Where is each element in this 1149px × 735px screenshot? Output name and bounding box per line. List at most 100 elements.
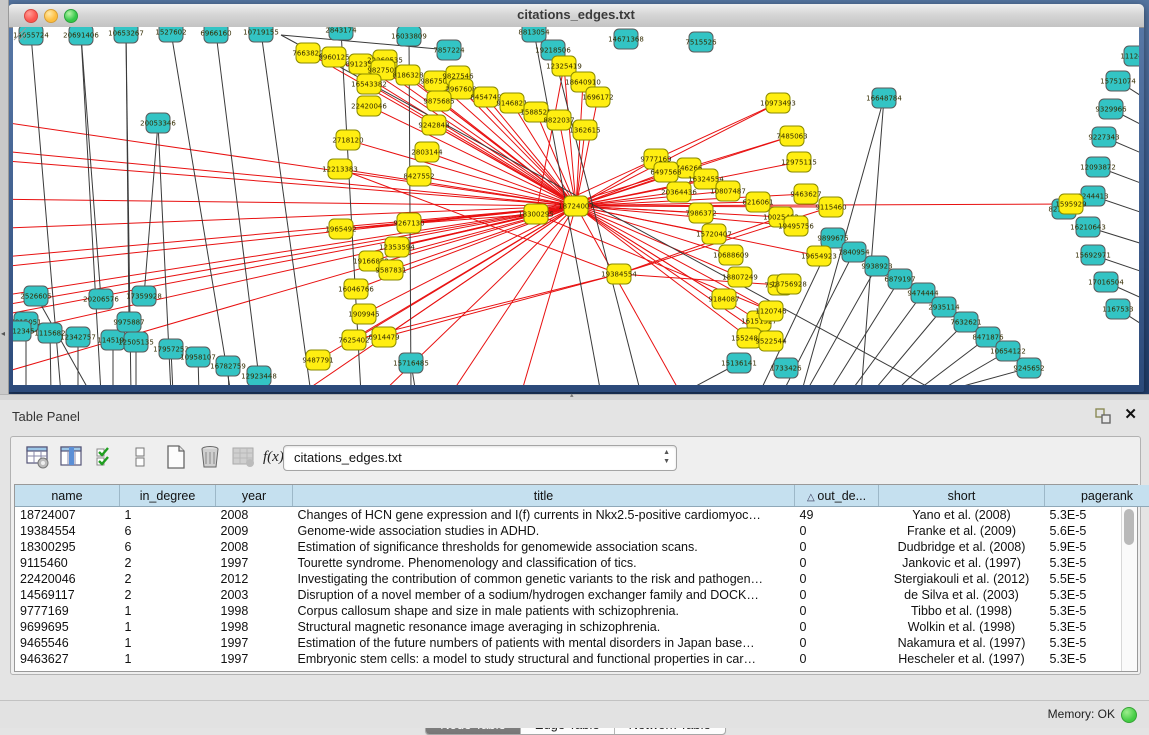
table-cell[interactable]: 6 [120, 539, 216, 555]
table-cell[interactable]: 0 [795, 651, 879, 667]
graph-node[interactable]: 16210643 [1070, 217, 1106, 237]
table-cell[interactable]: 2003 [216, 587, 293, 603]
table-cell[interactable]: 2008 [216, 539, 293, 555]
graph-node[interactable]: 9875685 [423, 91, 454, 111]
table-cell[interactable]: Dudbridge et al. (2008) [879, 539, 1045, 555]
table-cell[interactable]: 2009 [216, 523, 293, 539]
table-cell[interactable]: 2 [120, 571, 216, 587]
graph-node[interactable]: 9242848 [418, 115, 449, 135]
new-file-icon[interactable] [163, 444, 189, 470]
table-row[interactable]: 1872400712008Changes of HCN gene express… [15, 507, 1149, 524]
table-cell[interactable]: Tibbo et al. (1998) [879, 603, 1045, 619]
table-cell[interactable]: 1997 [216, 555, 293, 571]
window-titlebar[interactable]: citations_edges.txt [8, 4, 1144, 28]
table-cell[interactable]: 1998 [216, 603, 293, 619]
graph-node[interactable]: 10719155 [243, 27, 279, 42]
graph-node[interactable]: 1696172 [582, 87, 613, 107]
table-cell[interactable]: 9699695 [15, 619, 120, 635]
table-cell[interactable]: 9465546 [15, 635, 120, 651]
graph-node[interactable]: 8186328 [392, 65, 423, 85]
graph-node[interactable]: 12923448 [241, 366, 277, 385]
table-cell[interactable]: Embryonic stem cells: a model to study s… [293, 651, 795, 667]
table-cell[interactable]: de Silva et al. (2003) [879, 587, 1045, 603]
table-cell[interactable]: 19384554 [15, 523, 120, 539]
graph-node[interactable]: 1909945 [348, 304, 379, 324]
column-header-title[interactable]: title [293, 485, 795, 507]
graph-node[interactable]: 1120746 [755, 301, 787, 321]
table-cell[interactable]: 1997 [216, 635, 293, 651]
graph-node[interactable]: 7485063 [776, 126, 807, 146]
table-cell[interactable]: Estimation of the future numbers of pati… [293, 635, 795, 651]
graph-node[interactable]: 10653267 [108, 27, 144, 43]
column-header-name[interactable]: name [15, 485, 120, 507]
table-cell[interactable]: 0 [795, 523, 879, 539]
table-cell[interactable]: Disruption of a novel member of a sodium… [293, 587, 795, 603]
table-cell[interactable]: Hescheler et al. (1997) [879, 651, 1045, 667]
left-splitter-strip[interactable]: ◂ [0, 0, 9, 398]
table-cell[interactable]: 1 [120, 635, 216, 651]
table-row[interactable]: 977716911998Corpus callosum shape and si… [15, 603, 1149, 619]
table-cell[interactable]: 2012 [216, 571, 293, 587]
divider-handle-icon[interactable]: ▴ [570, 391, 574, 399]
graph-node[interactable]: 9463627 [790, 184, 821, 204]
table-cell[interactable]: 9463627 [15, 651, 120, 667]
table-cell[interactable]: 9115460 [15, 555, 120, 571]
table-scrollbar[interactable] [1121, 507, 1137, 671]
table-cell[interactable]: 6 [120, 523, 216, 539]
table-scrollbar-thumb[interactable] [1124, 509, 1134, 545]
table-row[interactable]: 2242004622012Investigating the contribut… [15, 571, 1149, 587]
graph-node[interactable]: 6497568 [650, 162, 681, 182]
table-cell[interactable]: 1997 [216, 651, 293, 667]
graph-node[interactable]: 1595929 [1055, 194, 1086, 214]
graph-node[interactable]: 9487791 [302, 350, 333, 370]
clear-selection-icon[interactable] [127, 444, 153, 470]
graph-node[interactable]: 2718120 [332, 130, 363, 150]
graph-node[interactable]: 15692971 [1075, 245, 1111, 265]
graph-node[interactable]: 9245652 [1013, 358, 1044, 378]
table-mode-icon[interactable] [25, 444, 51, 470]
table-cell[interactable]: 1 [120, 507, 216, 524]
graph-node[interactable]: 9522544 [755, 331, 787, 351]
column-header-pagerank[interactable]: pagerank [1045, 485, 1149, 507]
table-cell[interactable]: 9777169 [15, 603, 120, 619]
table-cell[interactable]: 18300295 [15, 539, 120, 555]
table-row[interactable]: 969969511998Structural magnetic resonanc… [15, 619, 1149, 635]
graph-node[interactable]: 2803144 [411, 142, 443, 162]
graph-node[interactable]: 20053346 [140, 113, 176, 133]
graph-node[interactable]: 9975887 [113, 312, 144, 332]
table-cell[interactable]: Wolkin et al. (1998) [879, 619, 1045, 635]
table-cell[interactable]: 0 [795, 635, 879, 651]
table-cell[interactable]: 2 [120, 555, 216, 571]
table-row[interactable]: 946362711997Embryonic stem cells: a mode… [15, 651, 1149, 667]
graph-node[interactable]: 1362615 [569, 120, 600, 140]
graph-node[interactable]: 7986372 [685, 203, 716, 223]
table-cell[interactable]: 14569117 [15, 587, 120, 603]
column-header-in_degree[interactable]: in_degree [120, 485, 216, 507]
network-canvas-svg[interactable]: 1405572420691406106532671527602696616010… [13, 27, 1139, 385]
graph-node[interactable]: 18807249 [722, 267, 758, 287]
graph-node[interactable]: 17016504 [1088, 272, 1124, 292]
graph-node[interactable]: 1112426 [1120, 46, 1139, 66]
graph-node[interactable]: 22420046 [351, 96, 387, 116]
graph-node[interactable]: 9329966 [1095, 99, 1127, 119]
table-row[interactable]: 1830029562008Estimation of significance … [15, 539, 1149, 555]
float-panel-icon[interactable] [1095, 408, 1111, 424]
graph-node[interactable]: 14671368 [608, 29, 644, 49]
graph-node[interactable]: 7515526 [685, 32, 717, 52]
graph-node[interactable]: 8427552 [403, 166, 434, 186]
table-cell[interactable]: Structural magnetic resonance image aver… [293, 619, 795, 635]
table-cell[interactable]: 2 [120, 587, 216, 603]
table-cell[interactable]: 0 [795, 587, 879, 603]
network-canvas[interactable]: 1405572420691406106532671527602696616010… [13, 27, 1139, 385]
graph-node[interactable]: 10973493 [760, 93, 796, 113]
table-cell[interactable]: 1 [120, 603, 216, 619]
table-cell[interactable]: 2008 [216, 507, 293, 524]
graph-node[interactable]: 9115460 [815, 197, 846, 217]
table-row[interactable]: 946554611997Estimation of the future num… [15, 635, 1149, 651]
graph-node[interactable]: 15720407 [696, 224, 732, 244]
table-select-dropdown[interactable]: citations_edges.txt ▲▼ [283, 445, 677, 471]
graph-node[interactable]: 20364436 [661, 182, 697, 202]
graph-node[interactable]: 6914479 [368, 327, 399, 347]
table-cell[interactable]: Corpus callosum shape and size in male p… [293, 603, 795, 619]
table-row[interactable]: 1938455462009Genome-wide association stu… [15, 523, 1149, 539]
